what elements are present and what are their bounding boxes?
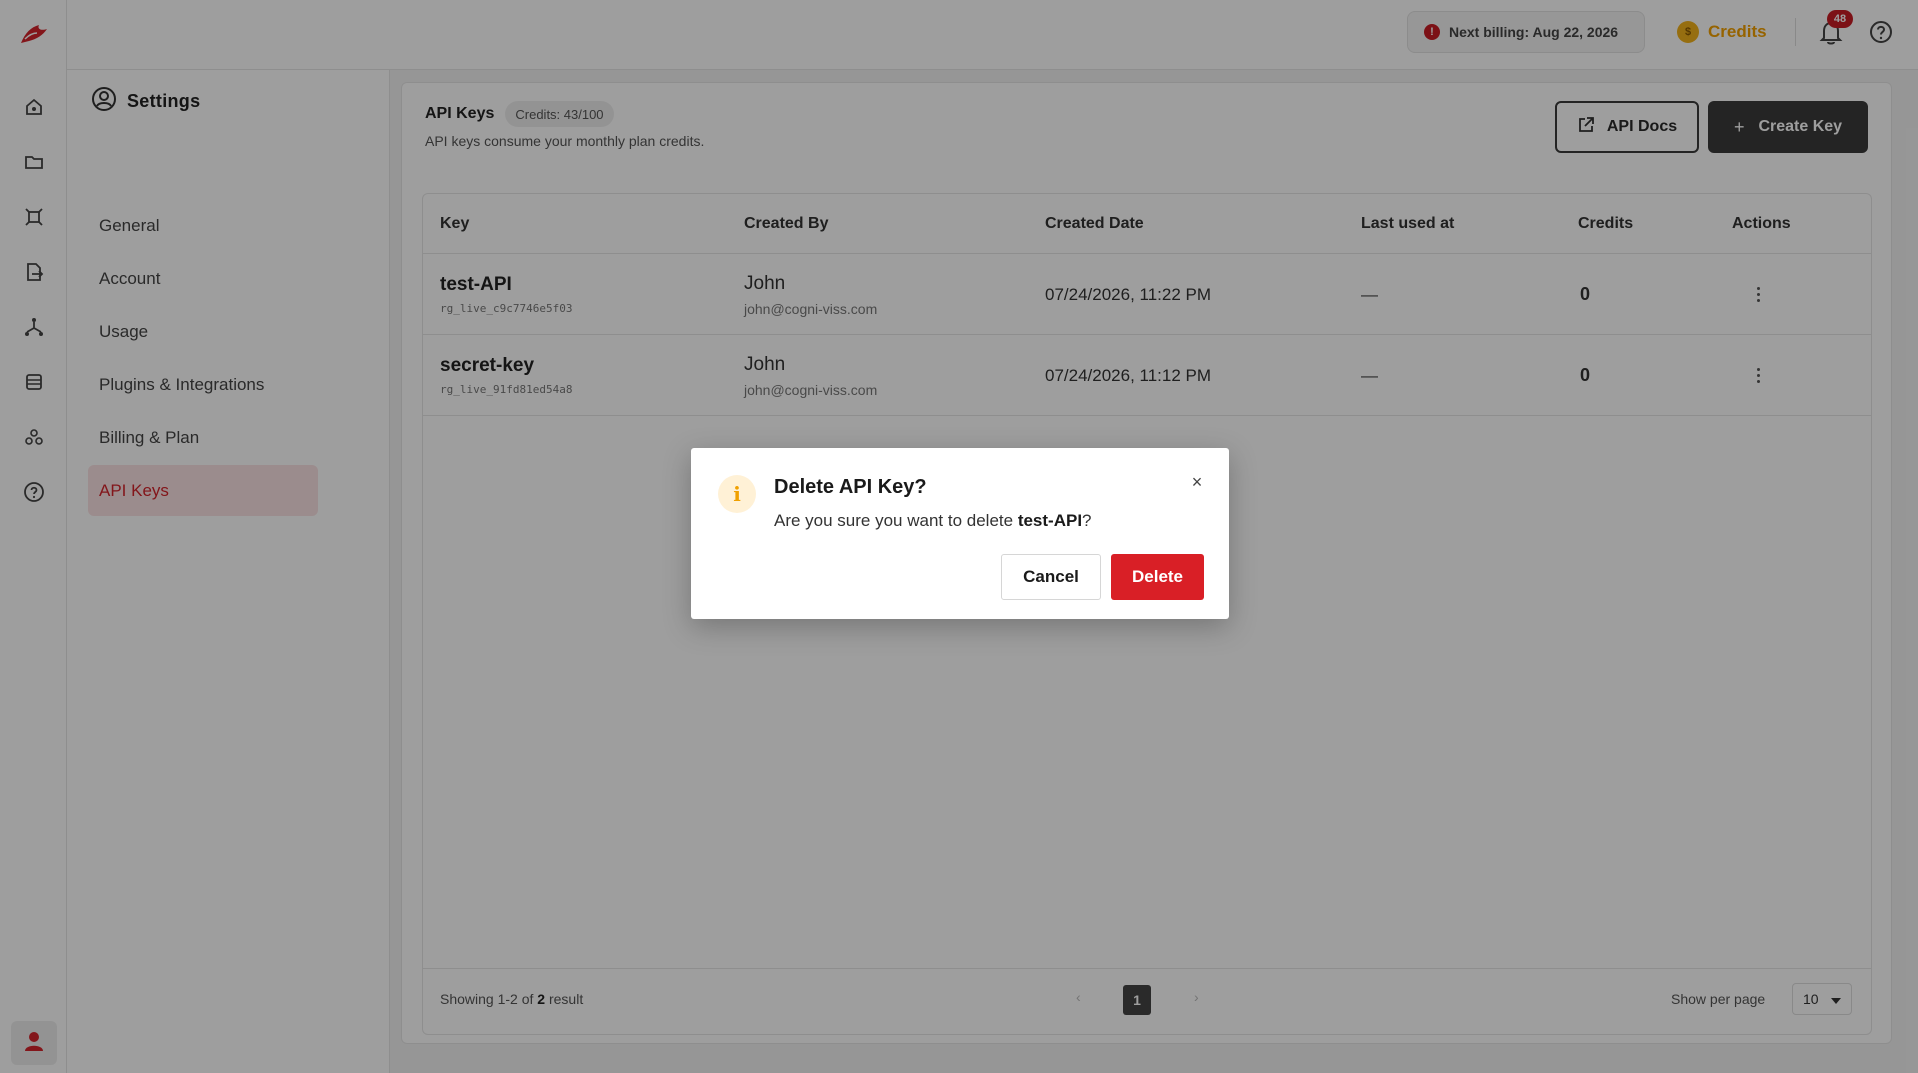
delete-button[interactable]: Delete (1111, 554, 1204, 600)
close-icon[interactable]: × (1186, 471, 1208, 493)
dialog-message: Are you sure you want to delete test-API… (774, 511, 1092, 530)
cancel-button[interactable]: Cancel (1001, 554, 1101, 600)
info-icon: i (718, 475, 756, 513)
delete-confirm-dialog: i × Delete API Key? Are you sure you wan… (691, 448, 1229, 619)
dialog-key-name: test-API (1017, 511, 1083, 530)
dialog-title: Delete API Key? (774, 476, 927, 498)
